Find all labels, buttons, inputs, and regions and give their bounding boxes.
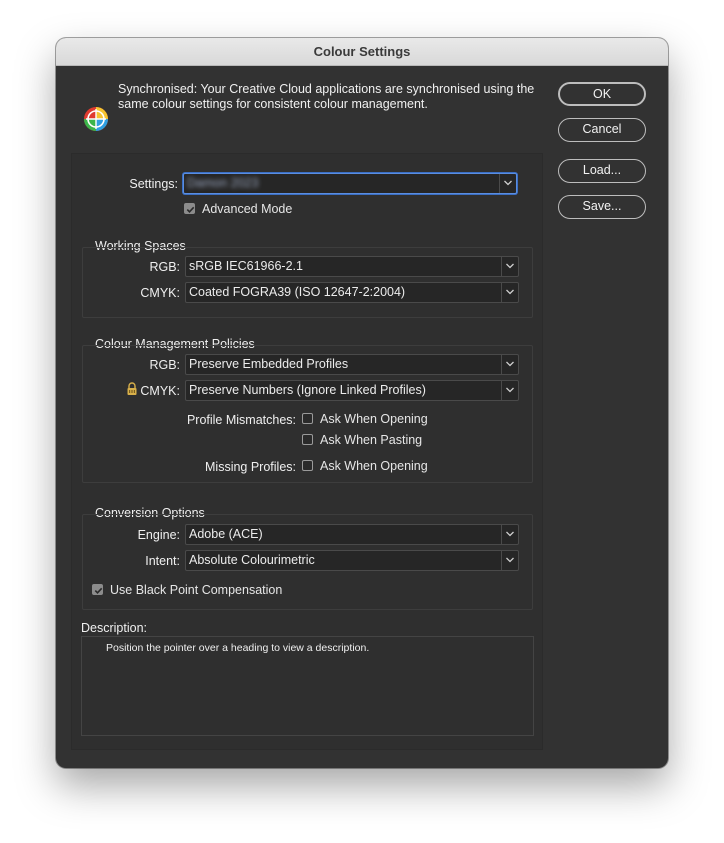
ok-button[interactable]: OK [558,82,646,106]
pol-rgb-dropdown[interactable]: Preserve Embedded Profiles [185,354,519,375]
pol-cmyk-label: CMYK: [140,384,180,398]
mismatch-ask-opening-checkbox[interactable] [302,413,313,424]
ws-rgb-dropdown[interactable]: sRGB IEC61966-2.1 [185,256,519,277]
missing-ask-opening-checkbox[interactable] [302,460,313,471]
chevron-down-icon [506,557,514,563]
description-text: Position the pointer over a heading to v… [106,642,370,654]
chevron-down-icon [506,387,514,393]
intent-dropdown[interactable]: Absolute Colourimetric [185,550,519,571]
settings-value: Damon 2023 [187,176,259,190]
pol-cmyk-dropdown[interactable]: Preserve Numbers (Ignore Linked Profiles… [185,380,519,401]
ws-rgb-value: sRGB IEC61966-2.1 [189,259,303,273]
mismatch-ask-pasting-label[interactable]: Ask When Pasting [320,433,422,447]
engine-label: Engine: [137,528,180,542]
ws-cmyk-label: CMYK: [140,286,180,300]
sync-message: Synchronised: Your Creative Cloud applic… [118,82,535,111]
chevron-down-icon [506,361,514,367]
colour-settings-dialog: Colour Settings Synchronised: Your Creat… [56,38,668,768]
description-label: Description: [81,621,147,635]
ws-cmyk-value: Coated FOGRA39 (ISO 12647-2:2004) [189,285,406,299]
load-button[interactable]: Load... [558,159,646,183]
black-point-label[interactable]: Use Black Point Compensation [110,583,282,597]
ws-cmyk-dropdown[interactable]: Coated FOGRA39 (ISO 12647-2:2004) [185,282,519,303]
chevron-down-icon [506,263,514,269]
colour-wheel-icon [84,107,108,131]
engine-dropdown[interactable]: Adobe (ACE) [185,524,519,545]
chevron-down-icon [506,289,514,295]
cancel-button[interactable]: Cancel [558,118,646,142]
save-button[interactable]: Save... [558,195,646,219]
missing-ask-opening-label[interactable]: Ask When Opening [320,459,428,473]
pol-rgb-value: Preserve Embedded Profiles [189,357,349,371]
lock-icon [127,382,137,395]
settings-label: Settings: [129,177,178,191]
black-point-checkbox[interactable] [92,584,103,595]
description-box: Position the pointer over a heading to v… [81,636,534,736]
chevron-down-icon [504,180,512,186]
window-title: Colour Settings [56,38,668,66]
pol-rgb-label: RGB: [149,358,180,372]
settings-dropdown[interactable]: Damon 2023 [183,173,517,194]
engine-value: Adobe (ACE) [189,527,263,541]
mismatch-ask-pasting-checkbox[interactable] [302,434,313,445]
profile-mismatches-label: Profile Mismatches: [186,413,296,427]
mismatch-ask-opening-label[interactable]: Ask When Opening [320,412,428,426]
chevron-down-icon [506,531,514,537]
advanced-mode-checkbox[interactable] [184,203,195,214]
intent-value: Absolute Colourimetric [189,553,315,567]
intent-label: Intent: [145,554,180,568]
missing-profiles-label: Missing Profiles: [205,460,296,474]
pol-cmyk-value: Preserve Numbers (Ignore Linked Profiles… [189,383,426,397]
advanced-mode-label[interactable]: Advanced Mode [202,202,292,216]
ws-rgb-label: RGB: [149,260,180,274]
